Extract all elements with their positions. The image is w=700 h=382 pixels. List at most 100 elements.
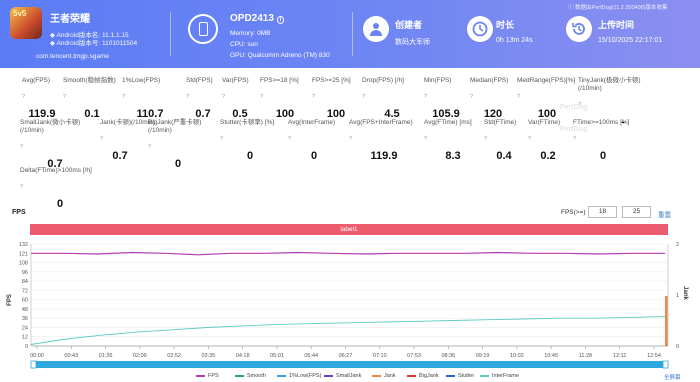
legend-swatch	[446, 374, 455, 377]
help-icon[interactable]: ?	[470, 94, 473, 100]
help-icon[interactable]: ?	[528, 136, 531, 142]
metric: Delta(FTime)>100ms [/h] ? 0	[20, 167, 100, 210]
metric-value: 8.3	[445, 150, 461, 162]
help-icon[interactable]: ?	[220, 136, 223, 142]
legend-item[interactable]: InterFrame	[480, 373, 519, 379]
y-tick-label: 36	[22, 316, 28, 322]
metric-label: Var(FPS)	[222, 77, 249, 84]
metric-label: Delta(FTime)>100ms [/h]	[20, 167, 92, 174]
metric: BigJank(严重卡顿)(/10min) ? 0	[148, 119, 208, 170]
metric: Jank(卡顿)(/10min) ? 0.7	[100, 119, 155, 162]
y-axis-label: FPS	[7, 294, 13, 306]
reset-button[interactable]: 重置	[658, 209, 671, 219]
help-icon[interactable]: ?	[22, 94, 25, 100]
help-icon[interactable]: ?	[122, 94, 125, 100]
x-tick-label: 00:00	[30, 353, 44, 359]
help-icon[interactable]: ?	[63, 94, 66, 100]
metric-value: 0	[56, 198, 64, 210]
y-tick-label: 96	[22, 270, 28, 276]
duration-value: 0h 13m 24s	[496, 37, 533, 44]
help-icon[interactable]: ?	[186, 94, 189, 100]
x-tick-label: 07:53	[407, 353, 421, 359]
help-icon[interactable]: ?	[362, 94, 365, 100]
legend-swatch	[324, 374, 333, 377]
upload-time-label: 上传时间	[598, 20, 635, 30]
help-icon[interactable]: ?	[573, 136, 576, 142]
label-bar[interactable]: label1	[30, 224, 668, 235]
metric: Std(FTime) ? 0.4	[484, 119, 524, 162]
metric: SmallJank(微小卡顿)(/10min) ? 0.7	[20, 119, 90, 170]
metric-label: Min(FPS)	[424, 77, 452, 84]
range-handle-right	[662, 360, 669, 369]
info-icon[interactable]: i	[276, 16, 285, 24]
x-tick-label: 02:09	[133, 353, 147, 359]
metric-label: SmallJank(微小卡顿)(/10min)	[20, 119, 81, 134]
device-name: OPD2413 i	[230, 13, 285, 24]
metric: Std(FPS) ? 0.7	[186, 77, 220, 120]
divider	[170, 12, 171, 56]
help-icon[interactable]: ?	[222, 94, 225, 100]
metric: Avg(InterFrame) ? 0	[288, 119, 340, 162]
jank-marker	[665, 296, 668, 346]
y2-axis-label: Jank	[682, 286, 688, 300]
x-tick-label: 03:35	[202, 353, 216, 359]
help-icon[interactable]: ?	[517, 94, 520, 100]
upload-time-value: 15/10/2025 22:17:01	[598, 37, 663, 44]
help-icon[interactable]: ?	[260, 94, 263, 100]
legend-label: Stutter	[458, 373, 475, 379]
fps-threshold-input-1[interactable]: 18	[588, 206, 617, 218]
y2-tick-label: 2	[676, 242, 679, 248]
device-cpu: CPU: sun	[230, 41, 258, 48]
x-tick-label: 02:52	[167, 353, 181, 359]
metric-label: FPS>=25 [%]	[312, 77, 351, 84]
x-tick-label: 04:18	[236, 353, 250, 359]
help-icon[interactable]: ?	[20, 144, 23, 150]
x-tick-label: 12:11	[613, 353, 626, 359]
legend-item[interactable]: SmallJank	[324, 373, 361, 379]
metric-value: 0	[599, 150, 607, 162]
metric-label: Stutter(卡顿率) [%]	[220, 119, 275, 126]
help-icon[interactable]: ?	[424, 94, 427, 100]
creator-label: 创建者	[395, 20, 423, 30]
metric: 1%Low(FPS) ? 110.7	[122, 77, 178, 120]
legend-swatch	[372, 374, 381, 377]
y-tick-label: 108	[19, 261, 28, 267]
y-tick-label: 84	[22, 279, 28, 285]
help-icon[interactable]: ?	[484, 136, 487, 142]
legend-swatch	[196, 374, 205, 377]
legend-item[interactable]: Jank	[372, 373, 396, 379]
help-icon[interactable]: ?	[424, 136, 427, 142]
legend-item[interactable]: Stutter	[446, 373, 474, 379]
legend-label: InterFrame	[492, 373, 519, 379]
fps-threshold-label: FPS(>=)	[561, 209, 586, 216]
help-icon[interactable]: ?	[148, 144, 151, 150]
x-tick-label: 05:01	[270, 353, 284, 359]
legend-item[interactable]: Smooth	[235, 373, 266, 379]
y2-tick-label: 0	[676, 344, 679, 350]
legend-item[interactable]: FPS	[196, 373, 219, 379]
help-icon[interactable]: ?	[312, 94, 315, 100]
help-icon[interactable]: ?	[20, 184, 23, 190]
legend-label: Smooth	[247, 373, 266, 379]
range-slider	[31, 361, 668, 368]
duration-label: 时长	[496, 20, 515, 30]
legend-item[interactable]: 1%Low(FPS)	[277, 373, 321, 379]
metric-label: TinyJank(极微小卡顿)(/10min)	[578, 77, 641, 92]
device-gpu: GPU: Qualcomm Adreno (TM) 830	[230, 52, 330, 59]
metric-label: FPS>=18 [%]	[260, 77, 299, 84]
fps-threshold-input-2[interactable]: 25	[622, 206, 651, 218]
metric: Stutter(卡顿率) [%] ? 0	[220, 119, 280, 162]
help-icon[interactable]: ?	[100, 136, 103, 142]
fullscreen-button[interactable]: 全屏幕	[664, 373, 681, 381]
legend-swatch	[480, 374, 489, 377]
legend-item[interactable]: BigJank	[407, 373, 439, 379]
fps-chart[interactable]: 13212110896847260483624120FPSJank21000:0…	[0, 238, 700, 373]
x-tick-label: 12:54	[647, 353, 661, 359]
metric: Avg(FPS+InterFrame) ? 119.9	[349, 119, 419, 162]
y-tick-label: 24	[22, 325, 28, 331]
legend-label: Jank	[384, 373, 396, 379]
metric-label: Avg(FPS+InterFrame)	[349, 119, 413, 126]
help-icon[interactable]: ?	[349, 136, 352, 142]
metric-label: Avg(FPS)	[22, 77, 51, 84]
help-icon[interactable]: ?	[288, 136, 291, 142]
